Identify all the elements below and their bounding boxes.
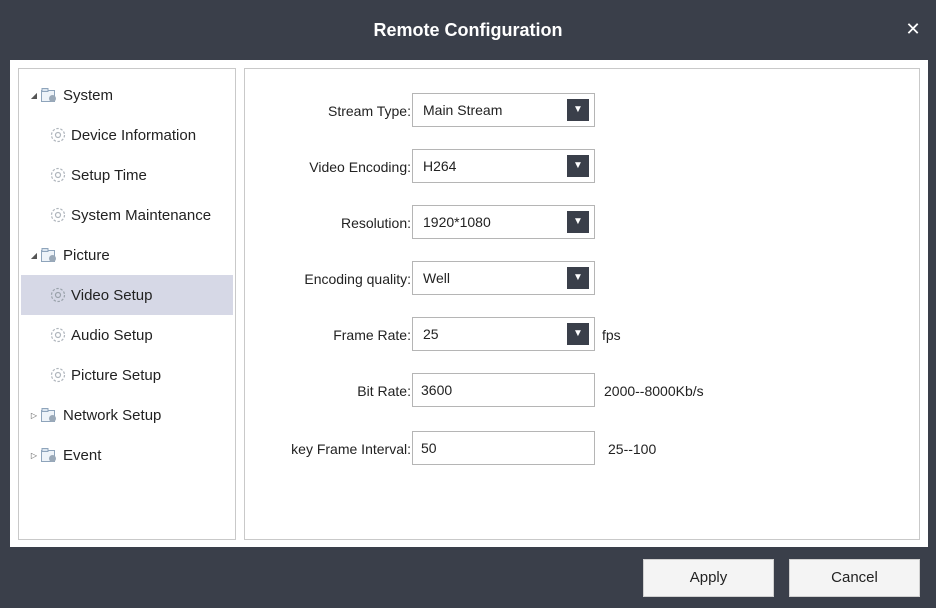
folder-settings-icon: [41, 87, 56, 102]
frame-rate-row: Frame Rate: 25 ▼ fps: [245, 317, 921, 353]
gear-icon: [50, 287, 66, 303]
gear-icon: [50, 127, 66, 143]
stream-type-value: Main Stream: [423, 102, 503, 118]
dropdown-arrow-icon[interactable]: ▼: [567, 99, 589, 121]
cancel-button[interactable]: Cancel: [789, 559, 920, 597]
collapse-arrow-icon[interactable]: ▷: [29, 411, 39, 420]
sidebar-item-device-information[interactable]: Device Information: [21, 115, 233, 155]
dropdown-arrow-icon[interactable]: ▼: [567, 323, 589, 345]
video-encoding-label: Video Encoding:: [309, 159, 411, 175]
key-frame-interval-label: key Frame Interval:: [291, 441, 411, 457]
sidebar-item-label: Network Setup: [63, 406, 162, 424]
sidebar-tree: ◢ System Device Information Setup Time S…: [18, 68, 236, 540]
window-title: Remote Configuration: [373, 20, 563, 40]
resolution-row: Resolution: 1920*1080 ▼: [245, 205, 921, 241]
folder-settings-icon: [41, 447, 56, 462]
sidebar-item-label: Video Setup: [71, 286, 153, 304]
gear-icon: [50, 207, 66, 223]
encoding-quality-select[interactable]: Well ▼: [412, 261, 595, 295]
sidebar-item-setup-time[interactable]: Setup Time: [21, 155, 233, 195]
collapse-arrow-icon[interactable]: ▷: [29, 451, 39, 460]
encoding-quality-row: Encoding quality: Well ▼: [245, 261, 921, 297]
bit-rate-input[interactable]: [412, 373, 595, 407]
sidebar-item-label: System: [63, 86, 114, 104]
frame-rate-value: 25: [423, 326, 439, 342]
key-frame-interval-input[interactable]: [412, 431, 595, 465]
dialog-body: ◢ System Device Information Setup Time S…: [10, 60, 928, 547]
sidebar-item-network-setup[interactable]: ▷ Network Setup: [21, 395, 233, 435]
dropdown-arrow-icon[interactable]: ▼: [567, 267, 589, 289]
sidebar-item-label: Audio Setup: [71, 326, 153, 344]
sidebar-item-label: Device Information: [71, 126, 197, 144]
resolution-value: 1920*1080: [423, 214, 491, 230]
expand-arrow-icon[interactable]: ◢: [29, 251, 39, 260]
dropdown-arrow-icon[interactable]: ▼: [567, 155, 589, 177]
dropdown-arrow-icon[interactable]: ▼: [567, 211, 589, 233]
encoding-quality-label: Encoding quality:: [304, 271, 411, 287]
folder-settings-icon: [41, 247, 56, 262]
close-icon[interactable]: ✕: [902, 18, 924, 40]
gear-icon: [50, 367, 66, 383]
sidebar-item-picture[interactable]: ◢ Picture: [21, 235, 233, 275]
folder-settings-icon: [41, 407, 56, 422]
key-frame-interval-row: key Frame Interval: 25--100: [245, 431, 921, 467]
stream-type-label: Stream Type:: [327, 103, 411, 119]
video-encoding-row: Video Encoding: H264 ▼: [245, 149, 921, 185]
remote-configuration-dialog: Remote Configuration ✕ ◢ System Device I…: [0, 0, 936, 608]
frame-rate-unit: fps: [602, 327, 621, 343]
sidebar-item-label: System Maintenance: [71, 206, 212, 224]
gear-icon: [50, 327, 66, 343]
video-setup-panel: Stream Type: Main Stream ▼ Video Encodin…: [244, 68, 920, 540]
bit-rate-label: Bit Rate:: [357, 383, 411, 399]
sidebar-item-audio-setup[interactable]: Audio Setup: [21, 315, 233, 355]
sidebar-item-label: Event: [63, 446, 102, 464]
sidebar-item-label: Picture: [63, 246, 110, 264]
video-encoding-select[interactable]: H264 ▼: [412, 149, 595, 183]
stream-type-select[interactable]: Main Stream ▼: [412, 93, 595, 127]
resolution-label: Resolution:: [340, 215, 411, 231]
bit-rate-range: 2000--8000Kb/s: [604, 383, 704, 399]
dialog-footer: Apply Cancel: [0, 547, 936, 608]
title-bar: Remote Configuration ✕: [0, 0, 936, 60]
sidebar-item-picture-setup[interactable]: Picture Setup: [21, 355, 233, 395]
apply-button[interactable]: Apply: [643, 559, 774, 597]
gear-icon: [50, 167, 66, 183]
frame-rate-label: Frame Rate:: [333, 327, 411, 343]
sidebar-item-label: Setup Time: [71, 166, 147, 184]
frame-rate-select[interactable]: 25 ▼: [412, 317, 595, 351]
video-encoding-value: H264: [423, 158, 457, 174]
sidebar-item-system[interactable]: ◢ System: [21, 75, 233, 115]
key-frame-interval-range: 25--100: [608, 441, 657, 457]
stream-type-row: Stream Type: Main Stream ▼: [245, 93, 921, 129]
sidebar-item-system-maintenance[interactable]: System Maintenance: [21, 195, 233, 235]
sidebar-item-event[interactable]: ▷ Event: [21, 435, 233, 475]
bit-rate-row: Bit Rate: 2000--8000Kb/s: [245, 373, 921, 409]
expand-arrow-icon[interactable]: ◢: [29, 91, 39, 100]
sidebar-item-label: Picture Setup: [71, 366, 162, 384]
sidebar-item-video-setup[interactable]: Video Setup: [21, 275, 233, 315]
encoding-quality-value: Well: [423, 270, 450, 286]
resolution-select[interactable]: 1920*1080 ▼: [412, 205, 595, 239]
